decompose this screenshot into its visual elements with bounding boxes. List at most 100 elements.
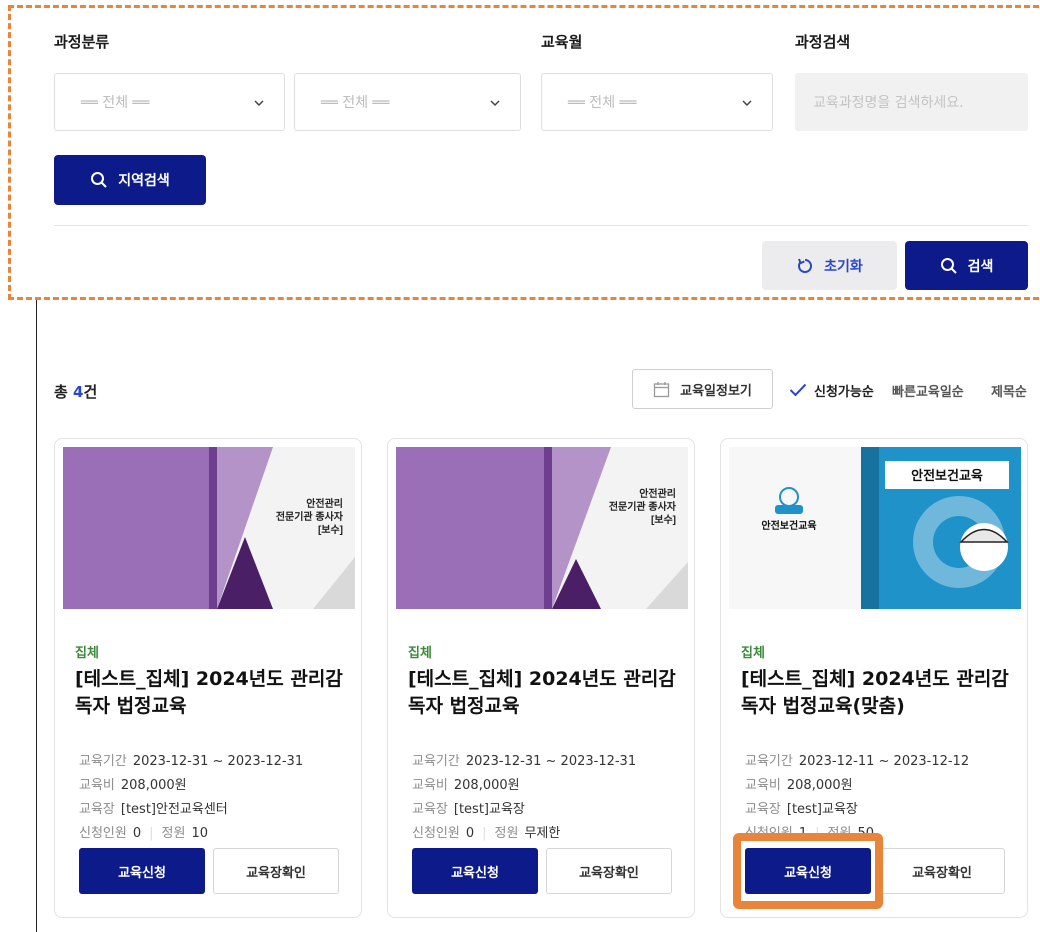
capacity-value: 무제한: [524, 826, 561, 841]
venue-check-button[interactable]: 교육장확인: [546, 848, 672, 894]
apply-button[interactable]: 교육신청: [79, 848, 205, 894]
category-select-primary[interactable]: ══ 전체 ══: [54, 73, 285, 131]
venue-check-button[interactable]: 교육장확인: [879, 848, 1005, 894]
course-thumbnail-image: 안전관리 전문기관 종사자 [보수]: [63, 447, 355, 609]
month-select-value: ══ 전체 ══: [568, 95, 637, 111]
svg-text:안전보건교육: 안전보건교육: [911, 468, 983, 483]
schedule-view-button[interactable]: 교육일정보기: [632, 369, 773, 409]
fee-label: 교육비: [79, 778, 115, 793]
filter-divider: [54, 225, 1028, 226]
venue-value: [test]교육장: [453, 802, 525, 817]
svg-text:[보수]: [보수]: [318, 524, 343, 536]
apply-button[interactable]: 교육신청: [412, 848, 538, 894]
course-period: 교육기간 2023-12-31 ~ 2023-12-31: [79, 750, 303, 769]
period-label: 교육기간: [745, 754, 793, 769]
course-venue: 교육장 [test]안전교육센터: [79, 798, 228, 817]
course-title[interactable]: [테스트_집체] 2024년도 관리감독자 법정교육: [408, 666, 688, 720]
applicants-value: 0: [465, 826, 475, 841]
course-thumbnail-image: 안전관리 전문기관 종사자 [보수]: [396, 447, 688, 609]
course-capacity: 신청인원 0 | 정원 10: [79, 822, 208, 841]
course-fee: 교육비 208,000원: [745, 774, 853, 793]
category-filter-label: 과정분류: [54, 33, 110, 51]
period-label: 교육기간: [412, 754, 460, 769]
svg-text:[보수]: [보수]: [651, 514, 676, 526]
calendar-icon: [653, 381, 670, 397]
capacity-label: 정원: [161, 826, 186, 841]
fee-value: 208,000원: [120, 778, 187, 793]
course-card[interactable]: 안전관리 전문기관 종사자 [보수] 집체 [테스트_집체] 2024년도 관리…: [387, 438, 695, 918]
refresh-icon: [798, 258, 813, 273]
check-icon: [789, 383, 807, 397]
course-period: 교육기간 2023-12-11 ~ 2023-12-12: [745, 750, 969, 769]
search-label: 검색: [967, 258, 994, 275]
total-prefix: 총: [54, 383, 68, 401]
search-icon: [940, 257, 957, 274]
search-icon: [91, 172, 107, 188]
course-period: 교육기간 2023-12-31 ~ 2023-12-31: [412, 750, 636, 769]
course-venue: 교육장 [test]교육장: [745, 798, 858, 817]
venue-label: 교육장: [412, 802, 448, 817]
course-card[interactable]: 안전관리 전문기관 종사자 [보수] 집체 [테스트_집체] 2024년도 관리…: [54, 438, 362, 918]
course-search-placeholder: 교육과정명을 검색하세요.: [813, 95, 964, 111]
reset-label: 초기화: [824, 258, 863, 275]
fee-value: 208,000원: [453, 778, 520, 793]
total-number: 4: [73, 383, 84, 401]
apply-button-highlight: [733, 833, 883, 909]
chevron-down-icon: [490, 100, 500, 107]
fee-label: 교육비: [745, 778, 781, 793]
course-thumbnail-image: 안전보건교육 안전보건교육: [729, 447, 1021, 609]
course-type-badge: 집체: [408, 646, 432, 661]
applicants-label: 신청인원: [412, 826, 460, 841]
capacity-value: 10: [191, 826, 208, 841]
schedule-view-label: 교육일정보기: [680, 383, 752, 399]
course-type-badge: 집체: [741, 646, 765, 661]
category-select-primary-value: ══ 전체 ══: [81, 95, 150, 111]
sort-earliest[interactable]: 빠른교육일순: [892, 381, 964, 400]
sort-title[interactable]: 제목순: [991, 381, 1027, 400]
separator: |: [149, 826, 154, 841]
month-filter-label: 교육월: [541, 33, 583, 51]
chevron-down-icon: [254, 100, 264, 107]
course-venue: 교육장 [test]교육장: [412, 798, 525, 817]
period-value: 2023-12-11 ~ 2023-12-12: [798, 754, 970, 769]
total-suffix: 건: [83, 383, 98, 401]
svg-text:안전관리: 안전관리: [306, 497, 343, 510]
course-search-label: 과정검색: [795, 33, 851, 51]
month-select[interactable]: ══ 전체 ══: [541, 73, 773, 131]
course-fee: 교육비 208,000원: [79, 774, 187, 793]
period-value: 2023-12-31 ~ 2023-12-31: [465, 754, 637, 769]
course-title[interactable]: [테스트_집체] 2024년도 관리감독자 법정교육(맞춤): [741, 666, 1021, 720]
applicants-label: 신청인원: [79, 826, 127, 841]
course-title[interactable]: [테스트_집체] 2024년도 관리감독자 법정교육: [75, 666, 355, 720]
svg-text:안전보건교육: 안전보건교육: [761, 519, 816, 532]
capacity-label: 정원: [494, 826, 519, 841]
period-label: 교육기간: [79, 754, 127, 769]
course-type-badge: 집체: [75, 646, 99, 661]
svg-text:안전관리: 안전관리: [639, 487, 676, 500]
course-search-input[interactable]: 교육과정명을 검색하세요.: [795, 73, 1028, 131]
venue-label: 교육장: [745, 802, 781, 817]
svg-text:전문기관 종사자: 전문기관 종사자: [609, 500, 677, 513]
svg-text:전문기관 종사자: 전문기관 종사자: [276, 510, 344, 523]
applicants-value: 0: [132, 826, 142, 841]
reset-button[interactable]: 초기화: [762, 241, 897, 290]
course-fee: 교육비 208,000원: [412, 774, 520, 793]
venue-value: [test]안전교육센터: [120, 802, 228, 817]
course-capacity: 신청인원 0 | 정원 무제한: [412, 822, 560, 841]
total-count: 총 4건: [54, 381, 97, 402]
separator: |: [482, 826, 487, 841]
search-button[interactable]: 검색: [905, 241, 1028, 290]
fee-label: 교육비: [412, 778, 448, 793]
chevron-down-icon: [742, 100, 752, 107]
venue-value: [test]교육장: [786, 802, 858, 817]
venue-label: 교육장: [79, 802, 115, 817]
venue-check-button[interactable]: 교육장확인: [213, 848, 339, 894]
sort-available[interactable]: 신청가능순: [814, 381, 874, 400]
category-select-secondary[interactable]: ══ 전체 ══: [294, 73, 521, 131]
region-search-button[interactable]: 지역검색: [54, 155, 206, 205]
region-search-label: 지역검색: [118, 173, 170, 189]
content-left-border: [36, 300, 37, 932]
period-value: 2023-12-31 ~ 2023-12-31: [132, 754, 304, 769]
category-select-secondary-value: ══ 전체 ══: [321, 95, 390, 111]
fee-value: 208,000원: [786, 778, 853, 793]
